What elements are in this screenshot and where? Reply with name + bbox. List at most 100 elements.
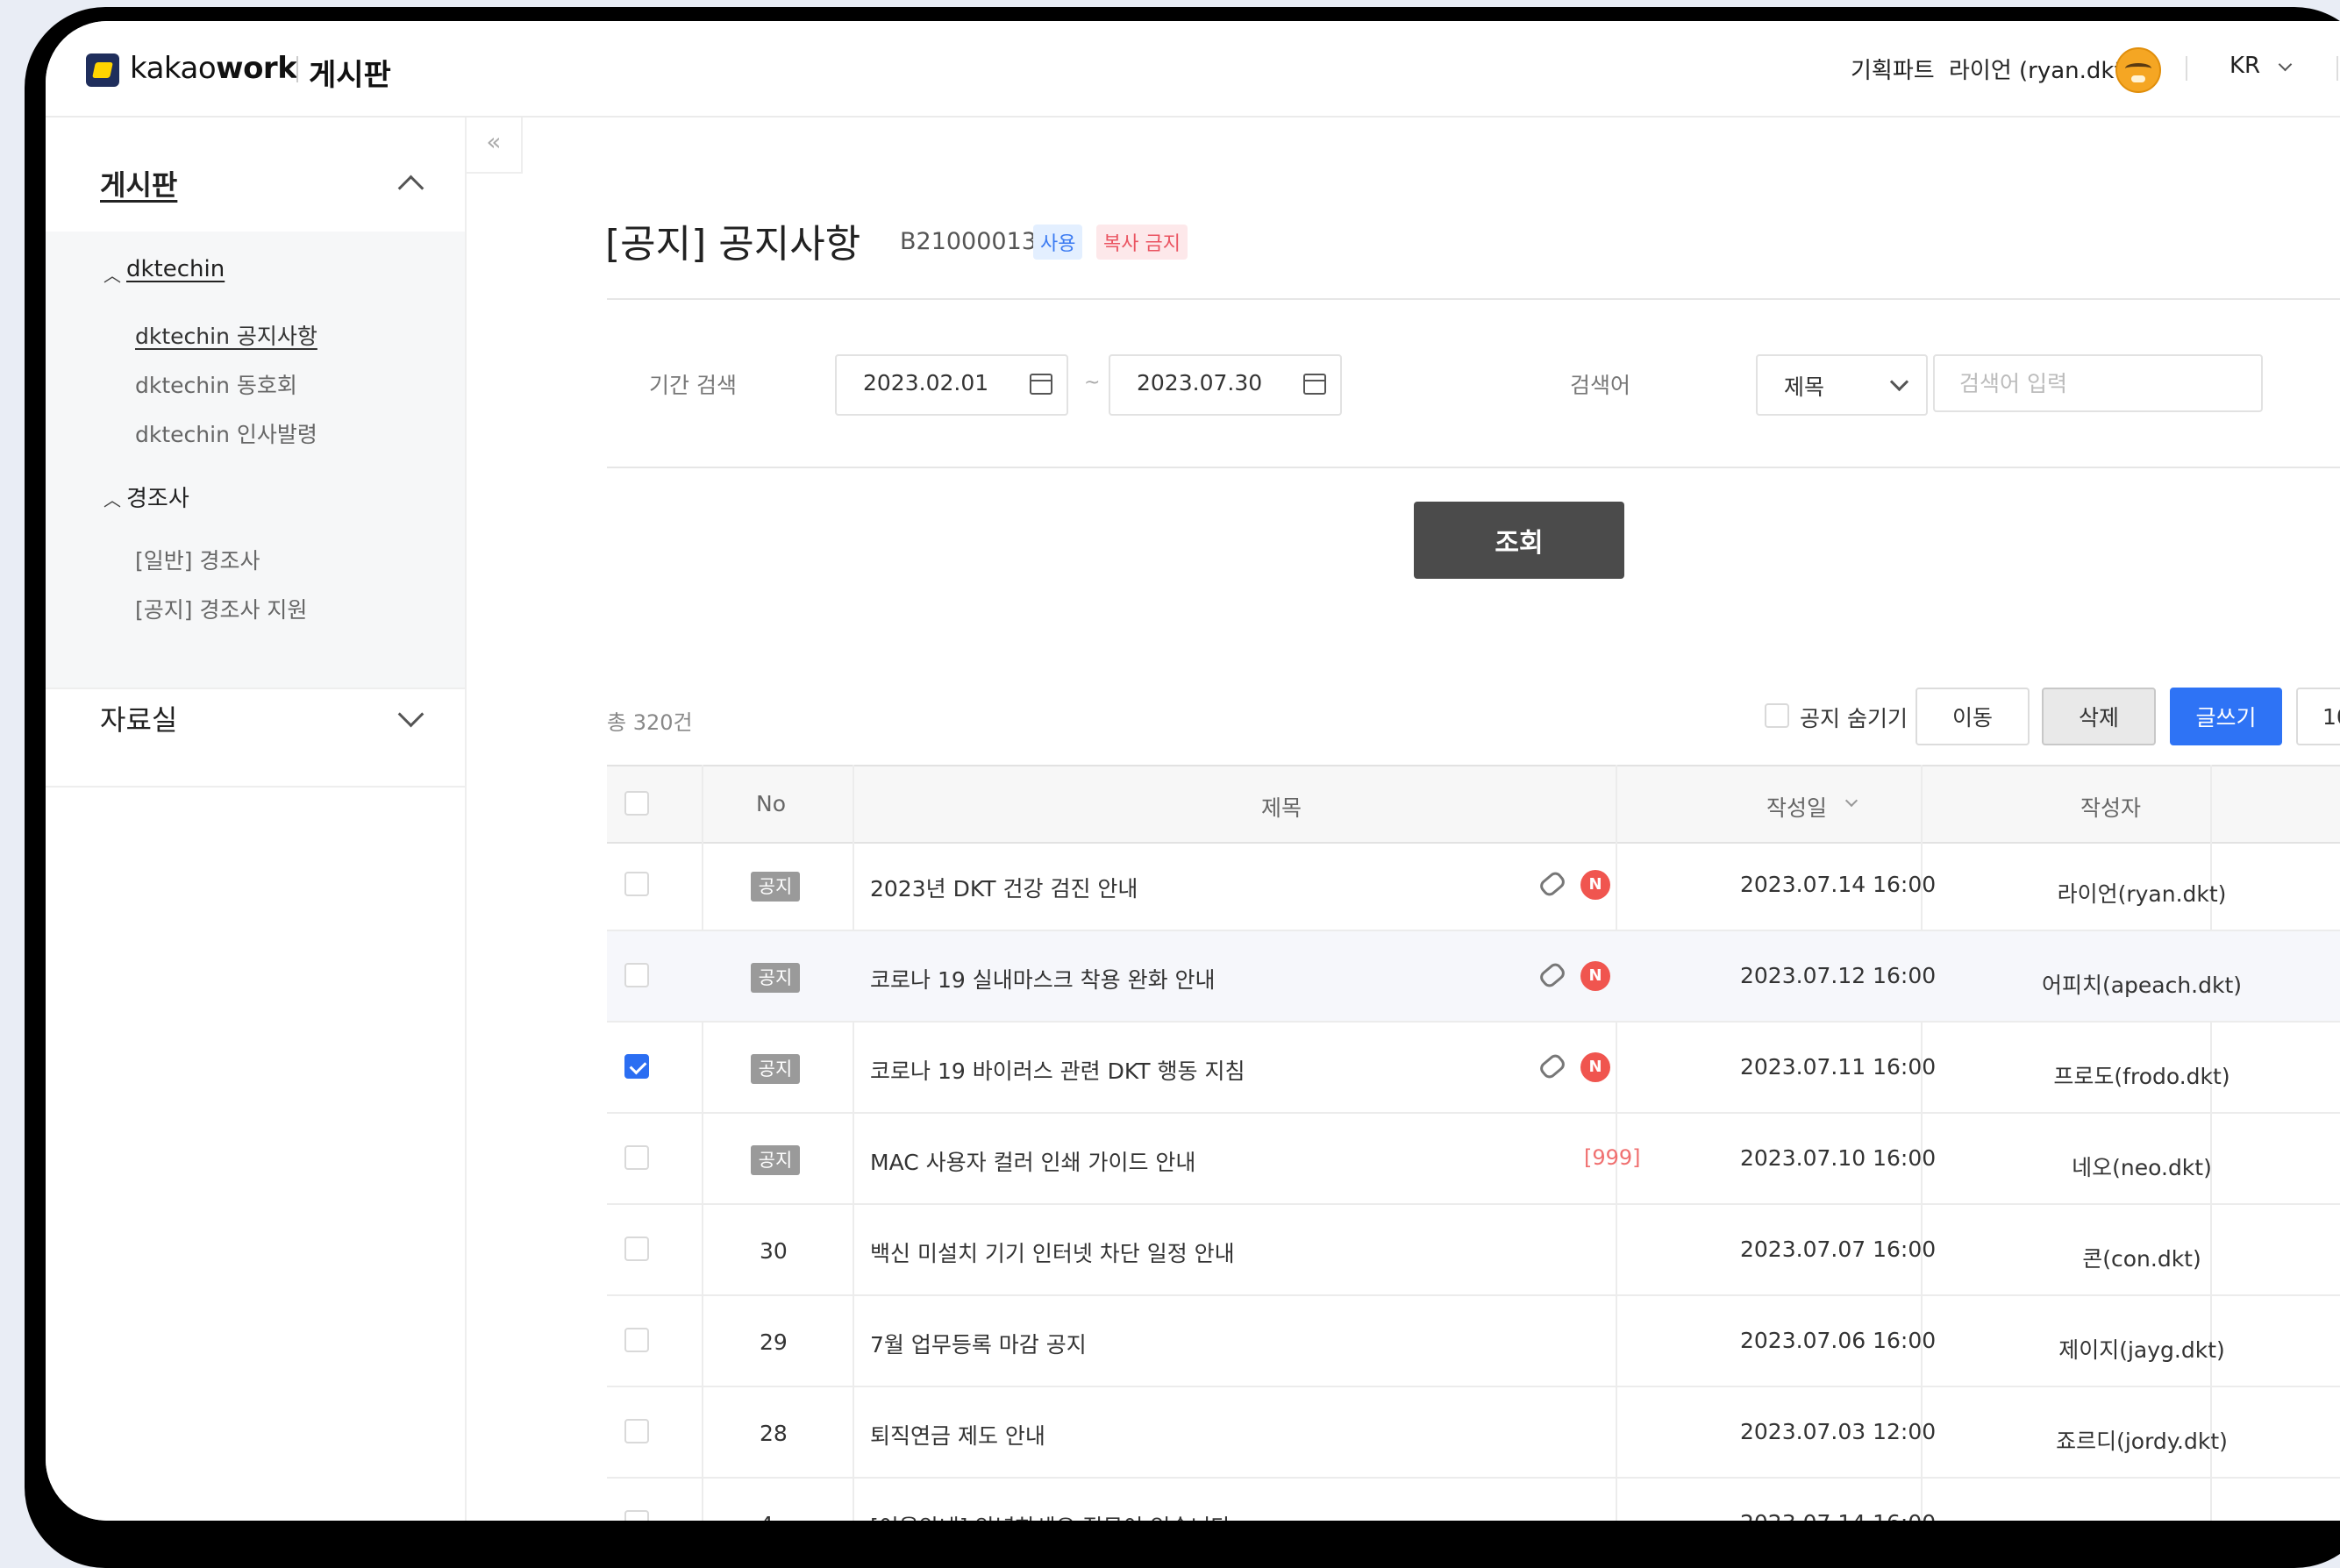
sidebar-group-events[interactable]: ︿ 경조사 — [103, 481, 189, 513]
row-checkbox[interactable] — [624, 872, 649, 896]
row-author: 프로도(frodo.dkt) — [2053, 1064, 2230, 1089]
attachment-clip-icon — [1537, 960, 1568, 990]
sidebar-item-dktechin-notice[interactable]: dktechin 공지사항 — [135, 319, 317, 351]
language-chevron-down-icon[interactable] — [2278, 57, 2293, 72]
delete-button[interactable]: 삭제 — [2042, 688, 2156, 745]
new-badge-icon: N — [1580, 961, 1610, 991]
move-button[interactable]: 이동 — [1916, 688, 2030, 745]
row-number: 28 — [760, 1421, 788, 1446]
row-checkbox[interactable] — [624, 963, 649, 987]
table-row[interactable]: 29 7월 업무등록 마감 공지 2023.07.06 16:00 제이지(jayg.… — [607, 1296, 2340, 1387]
user-name[interactable]: 라이언 (ryan.dkt) — [1949, 53, 2132, 85]
row-title[interactable]: 코로나 19 실내마스크 착용 완화 안내 — [870, 963, 1216, 994]
search-field-value: 제목 — [1784, 374, 1825, 400]
row-title[interactable]: 백신 미설치 기기 인터넷 차단 일정 안내 — [870, 1237, 1235, 1268]
row-title[interactable]: 퇴직연금 제도 안내 — [870, 1419, 1045, 1450]
new-badge-icon: N — [1580, 870, 1610, 900]
section-title: 게시판 — [309, 58, 391, 93]
column-date[interactable]: 작성일 — [1766, 791, 1827, 823]
notice-tag: 공지 — [751, 872, 800, 902]
group-chevron-up-icon[interactable]: ︿ — [103, 261, 121, 287]
row-checkbox[interactable] — [624, 1145, 649, 1170]
sidebar-collapse-icon[interactable]: « — [467, 118, 523, 174]
page-size-select[interactable]: 10 — [2296, 688, 2340, 745]
row-checkbox[interactable] — [624, 1419, 649, 1443]
row-date: 2023.07.03 12:00 — [1740, 1419, 1937, 1444]
row-checkbox[interactable] — [624, 1510, 649, 1521]
search-field-select[interactable]: 제목 — [1756, 354, 1928, 416]
search-submit-button[interactable]: 조회 — [1414, 502, 1624, 579]
page-title: [공지] 공지사항 — [605, 222, 861, 267]
row-title[interactable]: 7월 업무등록 마감 공지 — [870, 1328, 1087, 1359]
row-title[interactable]: 2023년 DKT 건강 검진 안내 — [870, 872, 1138, 903]
row-number: 30 — [760, 1238, 788, 1264]
row-author: 제이지(jayg.dkt) — [2058, 1337, 2225, 1363]
brand-divider — [296, 56, 298, 82]
kakaowork-logo-icon[interactable] — [86, 53, 119, 87]
table-row[interactable]: 공지 MAC 사용자 컬러 인쇄 가이드 안내 [999] 2023.07.10 16… — [607, 1114, 2340, 1205]
row-checkbox[interactable] — [624, 1054, 649, 1079]
table-row[interactable]: 4[이용안내] 안녕하세요 질문이 있습니다2023.07.14 16:0099… — [607, 1479, 2340, 1521]
board-code: B21000013 — [900, 228, 1037, 255]
notice-tag: 공지 — [751, 963, 800, 993]
row-title[interactable]: 코로나 19 바이러스 관련 DKT 행동 지침 — [870, 1054, 1245, 1086]
table-row[interactable]: 30 백신 미설치 기기 인터넷 차단 일정 안내 2023.07.07 16:00… — [607, 1205, 2340, 1296]
calendar-icon[interactable] — [1303, 374, 1326, 395]
row-date: 2023.07.11 16:00 — [1740, 1054, 1937, 1080]
language-selector[interactable]: KR — [2229, 53, 2260, 79]
write-button[interactable]: 글쓰기 — [2170, 688, 2282, 745]
date-to-field[interactable]: 2023.07.30 — [1109, 354, 1342, 416]
user-avatar-icon[interactable] — [2115, 47, 2161, 93]
brand-name[interactable]: kakaowork — [130, 51, 297, 86]
row-author: 죠르디(jordy.dkt) — [2056, 1429, 2228, 1454]
total-count: 총 320건 — [607, 710, 693, 735]
column-author: 작성자 — [2080, 795, 2142, 821]
sidebar-item-dktechin-club[interactable]: dktechin 동호회 — [135, 368, 297, 400]
table-row[interactable]: 28 퇴직연금 제도 안내 2023.07.03 12:00 죠르디(jordy.dk… — [607, 1387, 2340, 1479]
sidebar: 게시판 ︿ dktechin dktechin 공지사항 dktechin 동호… — [46, 118, 467, 1521]
brand-light: kakao — [130, 51, 217, 86]
sidebar-archive-title[interactable]: 자료실 — [100, 698, 177, 738]
status-badge-nocopy: 복사 금지 — [1096, 225, 1188, 260]
row-author: 콘(con.dkt) — [2082, 1246, 2201, 1272]
select-all-checkbox[interactable] — [624, 791, 649, 816]
row-checkbox[interactable] — [624, 1237, 649, 1261]
sidebar-item-events-support[interactable]: [공지] 경조사 지원 — [135, 593, 307, 624]
table-row[interactable]: 공지 코로나 19 바이러스 관련 DKT 행동 지침 N 2023.07.11 16… — [607, 1023, 2340, 1114]
brand-bold: work — [216, 51, 297, 86]
table-row[interactable]: 공지 2023년 DKT 건강 검진 안내 N 2023.07.14 16:00 라이언… — [607, 840, 2340, 931]
row-title[interactable]: [이용안내] 안녕하세요 질문이 있습니다 — [870, 1510, 1231, 1521]
row-checkbox[interactable] — [624, 1328, 649, 1352]
sidebar-board-title[interactable]: 게시판 — [100, 163, 177, 203]
hide-notice-checkbox[interactable] — [1765, 703, 1789, 728]
app-window: kakaowork 게시판 기획파트 라이언 (ryan.dkt) KR 게시판… — [46, 21, 2340, 1521]
row-title[interactable]: MAC 사용자 컬러 인쇄 가이드 안내 — [870, 1145, 1195, 1177]
row-date: 2023.07.10 16:00 — [1740, 1145, 1937, 1171]
attachment-clip-icon — [1537, 1051, 1568, 1081]
header-divider — [2186, 56, 2187, 81]
group-chevron-up-icon[interactable]: ︿ — [103, 486, 121, 511]
table-row[interactable]: 공지 코로나 19 실내마스크 착용 완화 안내 N 2023.07.12 16:00… — [607, 931, 2340, 1023]
date-from-field[interactable]: 2023.02.01 — [835, 354, 1068, 416]
keyword-label: 검색어 — [1570, 373, 1631, 398]
board-collapse-chevron-up-icon[interactable] — [397, 175, 424, 202]
row-date: 2023.07.14 16:00 — [1740, 872, 1937, 897]
sidebar-divider-2 — [46, 786, 465, 788]
calendar-icon[interactable] — [1030, 374, 1052, 395]
sidebar-item-dktechin-personnel[interactable]: dktechin 인사발령 — [135, 417, 317, 449]
search-input[interactable] — [1933, 354, 2263, 412]
sidebar-item-general-events[interactable]: [일반] 경조사 — [135, 544, 260, 575]
archive-expand-chevron-down-icon[interactable] — [397, 701, 424, 728]
row-date: 2023.07.06 16:00 — [1740, 1328, 1937, 1353]
row-author: 어피치(apeach.dkt) — [2041, 973, 2243, 998]
sidebar-divider — [46, 688, 465, 689]
hide-notice-label[interactable]: 공지 숨기기 — [1800, 702, 1908, 733]
attachment-clip-icon — [1537, 869, 1568, 899]
header-divider-2 — [2336, 56, 2338, 81]
sidebar-group-dktechin[interactable]: ︿ dktechin — [103, 256, 225, 286]
top-header: kakaowork 게시판 기획파트 라이언 (ryan.dkt) KR — [46, 21, 2340, 118]
sidebar-group-label: 경조사 — [126, 486, 189, 512]
sort-chevron-down-icon[interactable] — [1844, 794, 1858, 808]
row-author: 라이언(ryan.dkt) — [2057, 881, 2227, 907]
row-number: 29 — [760, 1329, 788, 1355]
